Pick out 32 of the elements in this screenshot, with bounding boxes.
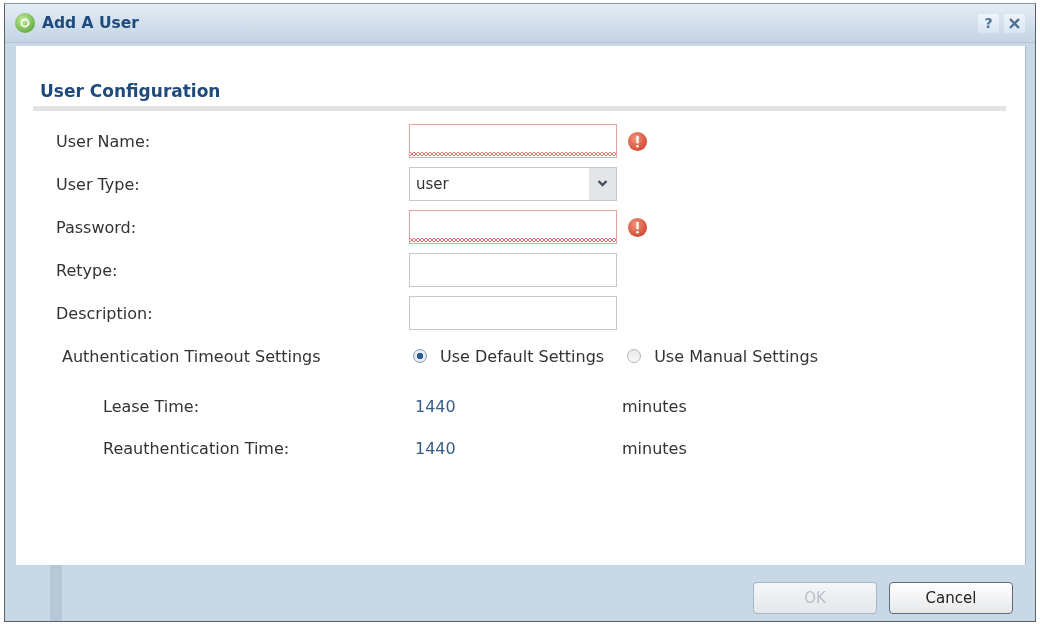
- close-icon: [1009, 17, 1020, 29]
- setting-label: Lease Time:: [103, 396, 200, 416]
- circle-icon: [15, 13, 35, 33]
- window-title: Add A User: [42, 14, 140, 32]
- radio-label: Use Default Settings: [440, 346, 605, 366]
- field-label: Retype:: [56, 260, 118, 280]
- setting-value: 1440: [415, 396, 456, 416]
- section-title: User Configuration: [40, 81, 221, 101]
- exclamation-icon: [628, 131, 647, 151]
- exclamation-icon: [628, 217, 647, 237]
- field-label: Password:: [56, 217, 137, 237]
- input-field[interactable]: [409, 210, 617, 244]
- radio-label: Use Manual Settings: [654, 346, 818, 366]
- field-label: Description:: [56, 303, 153, 323]
- unit-label: minutes: [622, 438, 687, 458]
- chevron-down-icon: [589, 168, 616, 200]
- help-button[interactable]: ?: [978, 13, 999, 33]
- dropdown[interactable]: user: [409, 167, 617, 201]
- input-field[interactable]: [409, 253, 617, 287]
- field-label: User Name:: [56, 131, 151, 151]
- unit-label: minutes: [622, 396, 687, 416]
- divider-bar: [50, 565, 62, 621]
- close-button[interactable]: [1004, 13, 1025, 33]
- setting-value: 1440: [415, 438, 456, 458]
- field-label: User Type:: [56, 174, 140, 194]
- setting-label: Reauthentication Time:: [103, 438, 290, 458]
- radio-button[interactable]: [413, 349, 427, 363]
- radio-button[interactable]: [627, 349, 642, 363]
- input-field[interactable]: [409, 296, 617, 330]
- input-field[interactable]: [409, 124, 617, 158]
- settings-label: Authentication Timeout Settings: [62, 346, 321, 366]
- cancel-button[interactable]: Cancel: [889, 582, 1013, 614]
